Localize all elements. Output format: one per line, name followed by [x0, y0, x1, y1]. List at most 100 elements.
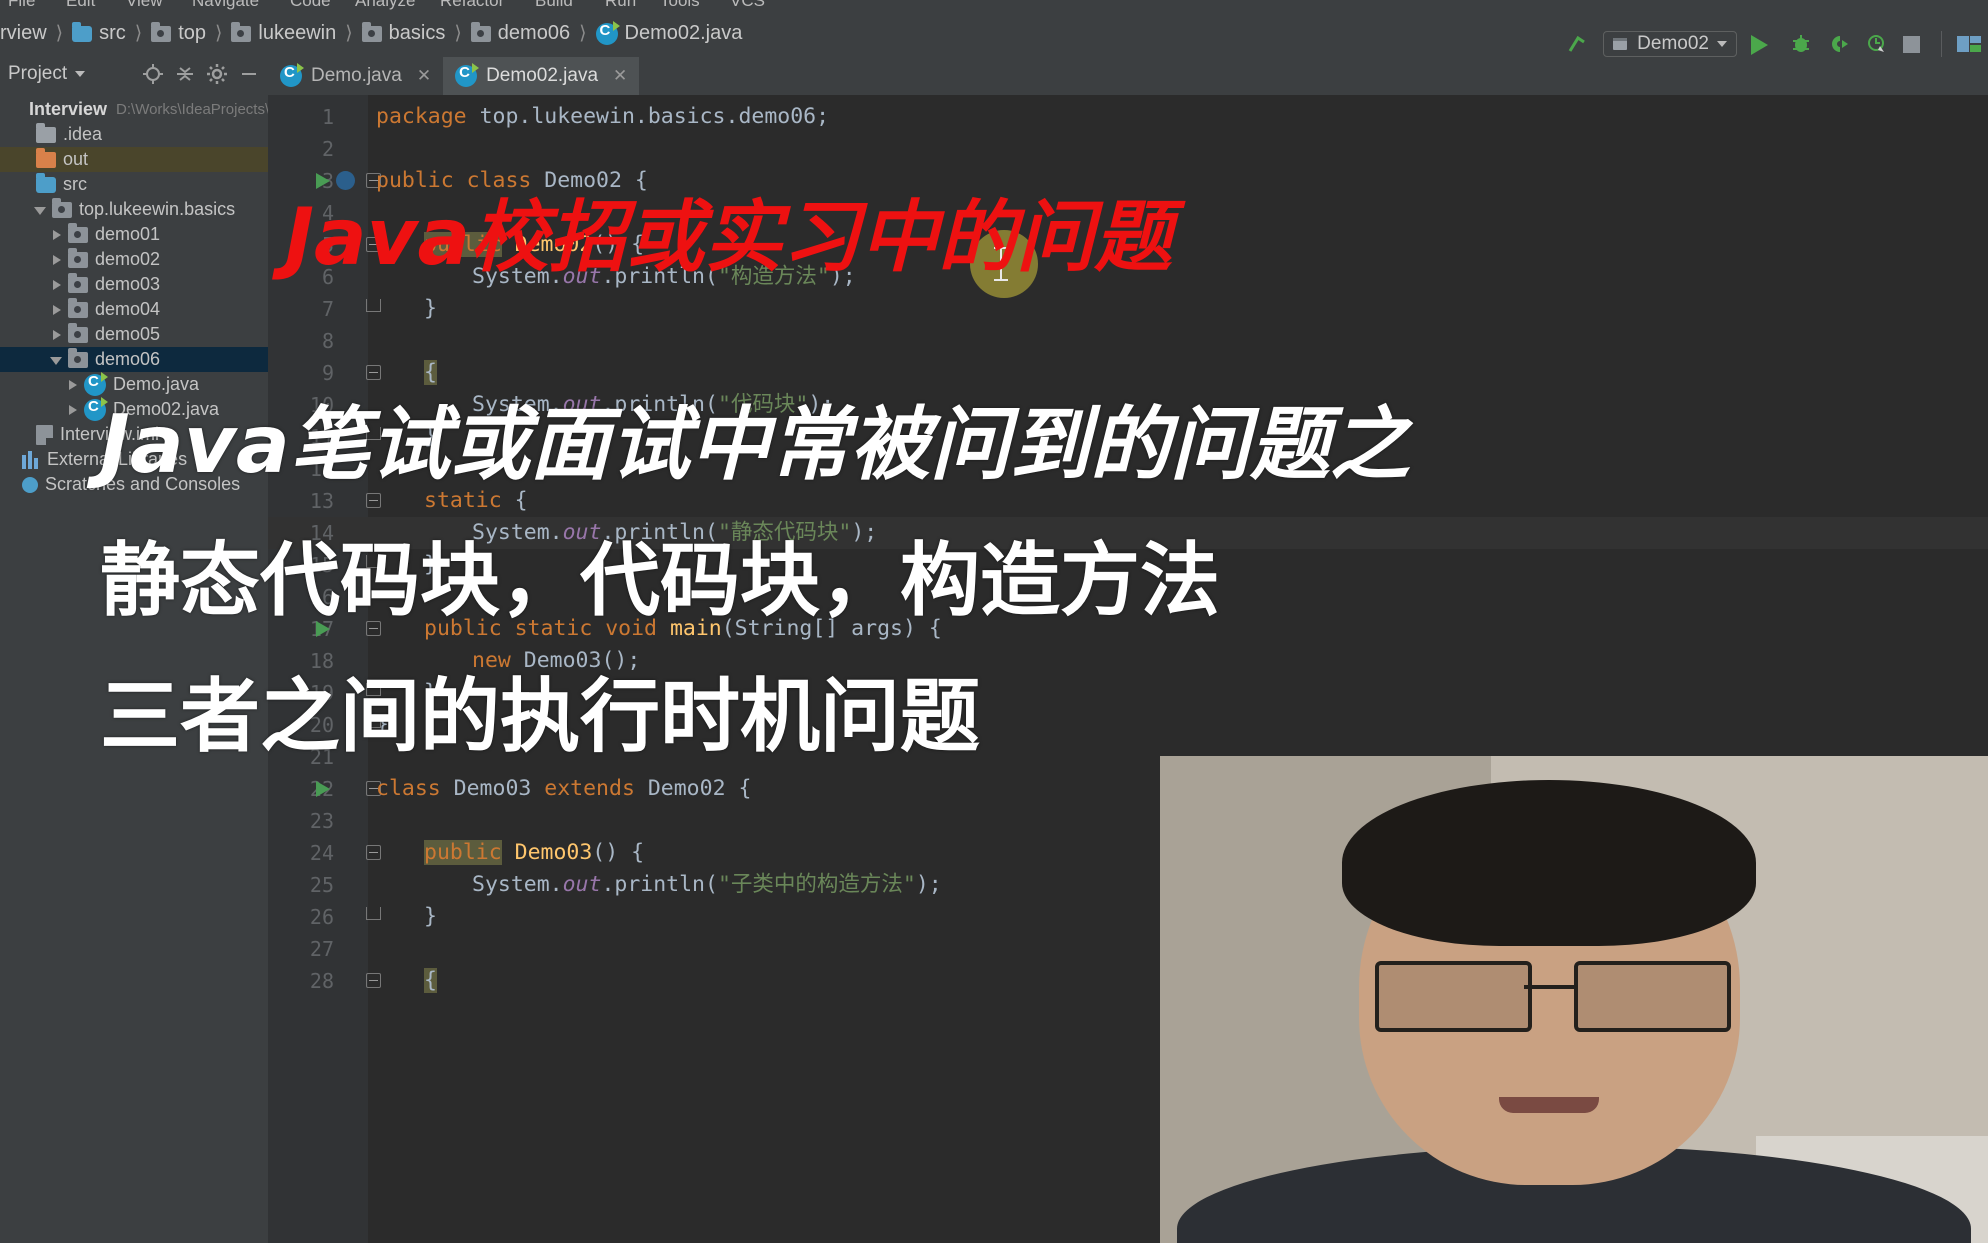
- menu-item-vcs[interactable]: VCS: [730, 0, 765, 10]
- code-line[interactable]: 8: [268, 325, 1988, 357]
- fold-end-icon[interactable]: [364, 293, 386, 325]
- code-line[interactable]: 12: [268, 453, 1988, 485]
- tab-demo-java[interactable]: Demo.java ✕: [268, 57, 443, 95]
- menu-item-file[interactable]: File: [8, 0, 35, 10]
- tree-item-idea[interactable]: .idea: [0, 122, 268, 147]
- run-configuration-selector[interactable]: Demo02: [1603, 30, 1737, 57]
- chevron-down-icon[interactable]: [75, 71, 86, 77]
- run-gutter-icon[interactable]: [316, 173, 330, 189]
- locate-icon[interactable]: [142, 63, 164, 85]
- tab-demo02-java[interactable]: Demo02.java ✕: [443, 57, 640, 95]
- menu-item-refactor[interactable]: Refactor: [440, 0, 504, 10]
- run-gutter-icon[interactable]: [316, 621, 330, 637]
- debug-icon[interactable]: [1789, 32, 1813, 56]
- menu-bar[interactable]: File Edit View Navigate Code Analyze Ref…: [0, 0, 1988, 10]
- breadcrumb-item-basics[interactable]: basics: [361, 21, 445, 45]
- chevron-right-icon[interactable]: [50, 228, 64, 242]
- code-line[interactable]: 7}: [268, 293, 1988, 325]
- tree-item-demo01[interactable]: demo01: [0, 222, 268, 247]
- close-icon[interactable]: ✕: [417, 66, 431, 86]
- run-icon[interactable]: [1751, 32, 1775, 56]
- code-line[interactable]: 9{: [268, 357, 1988, 389]
- fold-end-icon[interactable]: [364, 901, 386, 933]
- code-line[interactable]: 16: [268, 581, 1988, 613]
- run-gutter-icon[interactable]: [316, 781, 330, 797]
- breadcrumb-item-top[interactable]: top: [151, 21, 206, 45]
- tree-item-demo03[interactable]: demo03: [0, 272, 268, 297]
- chevron-right-icon[interactable]: [50, 278, 64, 292]
- code-line[interactable]: 19}: [268, 677, 1988, 709]
- code-line[interactable]: 10 System.out.println("代码块");: [268, 389, 1988, 421]
- code-line[interactable]: 20}: [268, 709, 1988, 741]
- code-line[interactable]: 5 public Demo02() {: [268, 229, 1988, 261]
- code-line[interactable]: 3 public class Demo02 {: [268, 165, 1988, 197]
- breadcrumb-item-demo06[interactable]: demo06: [470, 21, 570, 45]
- tree-item-demo-java[interactable]: Demo.java: [0, 371, 268, 397]
- code-line[interactable]: 17 public static void main(String[] args)…: [268, 613, 1988, 645]
- line-number: 5: [321, 233, 334, 257]
- project-structure-icon[interactable]: [1956, 32, 1981, 56]
- code-line[interactable]: 1 package top.lukeewin.basics.demo06;: [268, 101, 1988, 133]
- close-icon[interactable]: ✕: [613, 66, 627, 86]
- breadcrumb-item-lukeewin[interactable]: lukeewin: [231, 21, 336, 45]
- tree-item-demo02-java[interactable]: Demo02.java: [0, 396, 268, 422]
- code-line[interactable]: 14 System.out.println("静态代码块");: [268, 517, 1988, 549]
- fold-end-icon[interactable]: [364, 421, 386, 453]
- tree-item-external-libraries[interactable]: External Libraries: [0, 447, 268, 472]
- menu-item-run[interactable]: Run: [605, 0, 636, 10]
- code-line[interactable]: 2: [268, 133, 1988, 165]
- fold-end-icon[interactable]: [364, 549, 386, 581]
- fold-collapse-icon[interactable]: [364, 229, 386, 261]
- fold-collapse-icon[interactable]: [364, 485, 386, 517]
- tree-item-interview-iml[interactable]: Interview.iml: [0, 422, 268, 447]
- chevron-down-icon[interactable]: [34, 203, 48, 217]
- menu-item-code[interactable]: Code: [290, 0, 331, 10]
- menu-item-edit[interactable]: Edit: [66, 0, 95, 10]
- fold-end-icon[interactable]: [364, 677, 386, 709]
- stop-icon[interactable]: [1903, 32, 1927, 56]
- breadcrumb-item-demo02java[interactable]: Demo02.java: [595, 20, 742, 45]
- update-project-icon[interactable]: [1565, 32, 1589, 56]
- chevron-right-icon[interactable]: [50, 303, 64, 317]
- code-line[interactable]: 6 System.out.println("构造方法");: [268, 261, 1988, 293]
- menu-item-analyze[interactable]: Analyze: [355, 0, 415, 10]
- breadcrumb-item-src[interactable]: src: [72, 21, 126, 45]
- fold-collapse-icon[interactable]: [364, 837, 386, 869]
- run-with-coverage-icon[interactable]: [1827, 32, 1851, 56]
- code-line[interactable]: 18 new Demo03();: [268, 645, 1988, 677]
- menu-item-build[interactable]: Build: [535, 0, 573, 10]
- collapse-all-icon[interactable]: [174, 63, 196, 85]
- tree-item-demo04[interactable]: demo04: [0, 297, 268, 322]
- hide-icon[interactable]: [238, 63, 260, 85]
- breadcrumb-item-overview[interactable]: rview: [0, 22, 47, 45]
- tree-item-interview[interactable]: Interview D:\Works\IdeaProjects\Inter: [0, 97, 299, 122]
- tree-item-top-lukeewin-basics[interactable]: top.lukeewin.basics: [0, 197, 268, 222]
- chevron-right-icon[interactable]: [50, 328, 64, 342]
- tree-item-scratches-and-consoles[interactable]: Scratches and Consoles: [0, 472, 268, 497]
- code-line[interactable]: 11}: [268, 421, 1988, 453]
- menu-item-navigate[interactable]: Navigate: [192, 0, 259, 10]
- menu-item-tools[interactable]: Tools: [660, 0, 700, 10]
- chevron-down-icon[interactable]: [50, 353, 64, 367]
- tree-item-src[interactable]: src: [0, 172, 268, 197]
- iml-file-icon: [36, 424, 53, 445]
- tree-item-demo06[interactable]: demo06: [0, 347, 268, 372]
- fold-collapse-icon[interactable]: [364, 613, 386, 645]
- chevron-down-icon[interactable]: [1717, 40, 1727, 47]
- project-panel-title-group[interactable]: Project: [8, 63, 86, 85]
- chevron-right-icon[interactable]: [66, 403, 80, 417]
- code-line[interactable]: 4: [268, 197, 1988, 229]
- gear-icon[interactable]: [206, 63, 228, 85]
- code-line[interactable]: 13 static {: [268, 485, 1988, 517]
- tree-item-out[interactable]: out: [0, 147, 268, 172]
- fold-collapse-icon[interactable]: [364, 965, 386, 997]
- menu-item-view[interactable]: View: [126, 0, 163, 10]
- tree-item-demo05[interactable]: demo05: [0, 322, 268, 347]
- implemented-by-gutter-icon[interactable]: [336, 171, 355, 190]
- fold-collapse-icon[interactable]: [364, 357, 386, 389]
- code-line[interactable]: 15}: [268, 549, 1988, 581]
- profiler-icon[interactable]: [1865, 32, 1889, 56]
- tree-item-demo02[interactable]: demo02: [0, 247, 268, 272]
- chevron-right-icon[interactable]: [50, 253, 64, 267]
- chevron-right-icon[interactable]: [66, 378, 80, 392]
